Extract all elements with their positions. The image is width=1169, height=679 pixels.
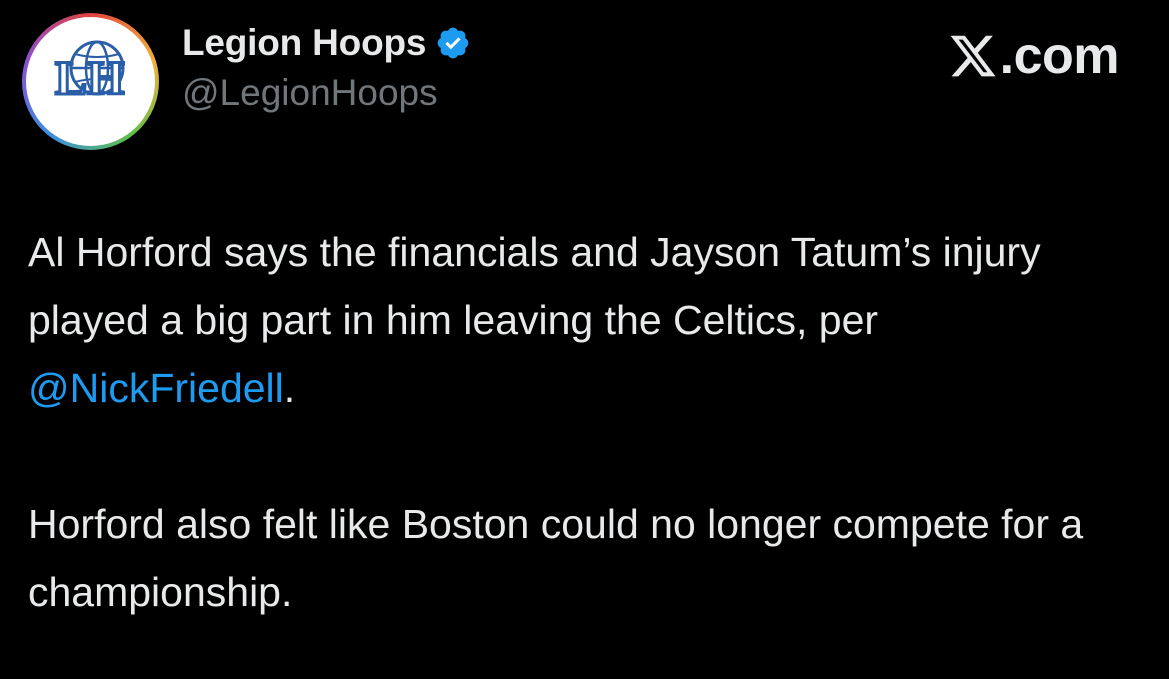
verified-badge-icon[interactable] [435, 25, 471, 61]
paragraph-1-punctuation: . [283, 365, 296, 411]
author-handle[interactable]: @LegionHoops [182, 72, 471, 114]
legion-hoops-logo-icon: LH [26, 17, 155, 146]
paragraph-1-text: Al Horford says the financials and Jayso… [28, 229, 1041, 343]
avatar-logo-text: LH [55, 52, 124, 105]
x-com-watermark: .com [948, 26, 1120, 86]
tweet-paragraph-2: Horford also felt like Boston could no l… [28, 501, 1084, 615]
name-row: Legion Hoops [182, 20, 471, 66]
x-logo-icon [950, 35, 996, 77]
author-info: Legion Hoops @LegionHoops [182, 20, 471, 114]
tweet-card: LH Legion Hoops @LegionHoops .com Al Hor… [0, 0, 1169, 679]
author-display-name[interactable]: Legion Hoops [182, 22, 426, 64]
watermark-text: .com [999, 27, 1120, 85]
mention-link[interactable]: @NickFriedell [28, 365, 284, 411]
avatar[interactable]: LH [22, 13, 159, 150]
tweet-paragraph-1: Al Horford says the financials and Jayso… [28, 218, 1128, 422]
tweet-body: Al Horford says the financials and Jayso… [28, 218, 1128, 626]
